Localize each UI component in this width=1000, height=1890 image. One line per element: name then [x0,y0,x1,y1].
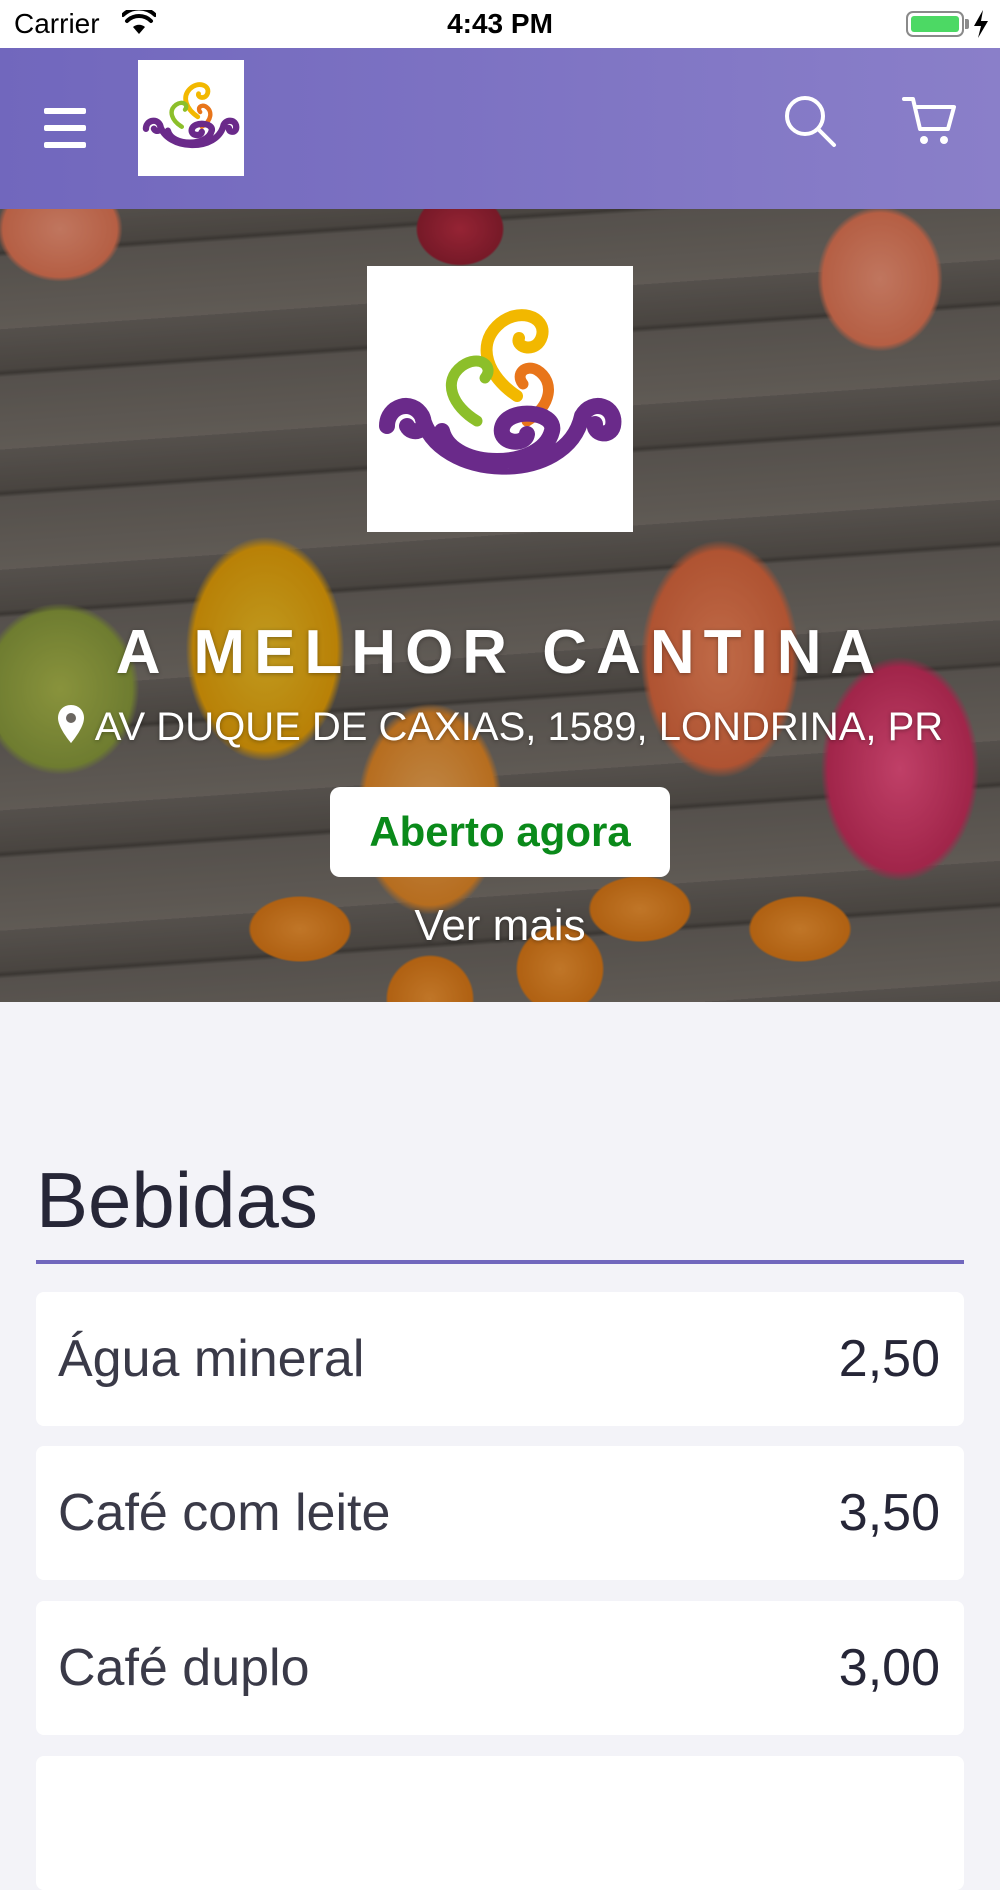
product-row-partial[interactable] [36,1756,964,1890]
product-price: 3,00 [838,1639,940,1697]
app-header [0,48,1000,209]
product-row[interactable]: Café duplo 3,00 [36,1601,964,1735]
product-name: Café com leite [58,1484,391,1542]
product-price: 3,50 [838,1484,940,1542]
search-button[interactable] [782,93,838,149]
open-status-badge: Aberto agora [330,787,670,877]
product-name: Café duplo [58,1639,310,1697]
store-address: AV DUQUE DE CAXIAS, 1589, LONDRINA, PR [0,704,1000,754]
section-divider [36,1260,964,1264]
charging-icon [972,9,990,44]
cart-button[interactable] [902,93,958,149]
see-more-link[interactable]: Ver mais [350,901,650,951]
product-price: 2,50 [838,1330,940,1388]
store-name: A MELHOR CANTINA [115,618,885,687]
search-icon [785,96,836,147]
status-bar: Carrier 4:43 PM [0,0,1000,48]
cantina-logo-icon [379,309,622,475]
menu-button[interactable] [40,108,90,148]
store-hero-banner: A MELHOR CANTINA AV DUQUE DE CAXIAS, 158… [0,209,1000,1002]
section-title: Bebidas [36,1156,318,1244]
battery-tip [965,19,969,29]
battery-icon [906,11,964,37]
product-name: Água mineral [58,1330,365,1388]
store-logo [367,266,633,532]
store-address-text: AV DUQUE DE CAXIAS, 1589, LONDRINA, PR [94,705,944,749]
cantina-logo-icon [142,82,240,149]
location-pin-icon [57,704,85,754]
cart-icon [902,97,956,144]
product-row[interactable]: Água mineral 2,50 [36,1292,964,1426]
clock: 4:43 PM [447,8,553,39]
product-row[interactable]: Café com leite 3,50 [36,1446,964,1580]
header-logo[interactable] [138,60,244,176]
